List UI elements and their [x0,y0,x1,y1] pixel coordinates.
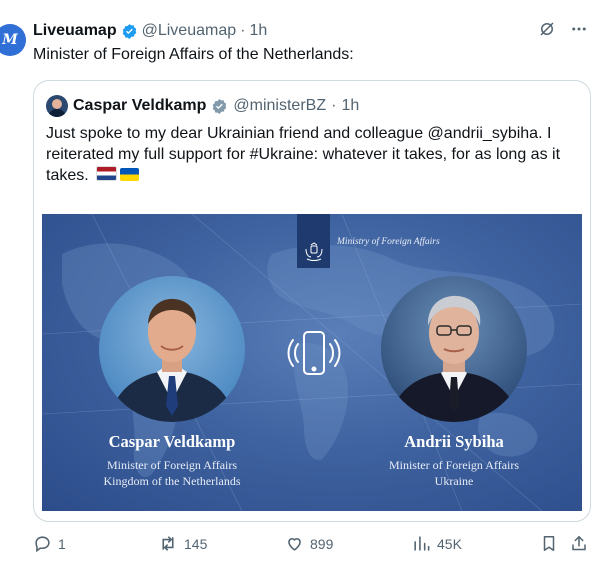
heart-icon [288,538,301,551]
tweet-top-actions [538,20,588,43]
left-person-name: Caspar Veldkamp [108,432,236,451]
author-avatar[interactable]: M [0,24,26,56]
left-person-title-line1: Minister of Foreign Affairs [106,458,238,472]
reply-button[interactable]: 1 [33,534,66,553]
quote-author-avatar[interactable] [46,95,68,117]
author-handle[interactable]: @Liveuamap [142,22,237,40]
reply-count: 1 [58,535,66,552]
share-button[interactable] [570,534,588,553]
quote-separator: · [331,97,337,114]
quote-text-block: Just spoke to my dear Ukrainian friend a… [46,123,576,186]
bookmark-icon [543,536,555,551]
header-separator: · [240,22,246,39]
more-options-icon[interactable] [570,20,588,43]
repost-icon [162,536,174,551]
tweet-time[interactable]: 1h [249,22,267,40]
ministry-label: Ministry of Foreign Affairs [337,237,440,247]
bookmark-button[interactable] [540,534,558,553]
like-count: 899 [310,535,334,552]
views-chart-icon [414,536,430,551]
tweet-text: Minister of Foreign Affairs of the Nethe… [33,46,354,63]
quoted-tweet[interactable]: Caspar Veldkamp @ministerBZ · 1h Just sp… [33,80,591,522]
flag-netherlands-icon [96,166,118,181]
views-button[interactable]: 45K [412,534,462,553]
tweet-header: Liveuamap @Liveuamap · 1h [33,22,267,40]
quote-time[interactable]: 1h [341,97,359,115]
left-person-title-line2: Kingdom of the Netherlands [103,474,241,488]
verified-badge-icon [211,98,228,115]
reply-icon [35,536,50,553]
quote-author-handle[interactable]: @ministerBZ [233,97,326,115]
like-button[interactable]: 899 [285,534,333,553]
share-icon [572,535,586,551]
coat-of-arms-icon [305,242,322,261]
call-announcement-image[interactable]: Ministry of Foreign Affairs Caspar Veldk… [42,214,582,511]
right-person-title-line2: Ukraine [434,474,474,488]
quote-author-name[interactable]: Caspar Veldkamp [73,97,206,115]
andrii-sybiha-portrait [381,276,527,422]
author-name[interactable]: Liveuamap [33,22,117,40]
tweet-action-bar: 1 145 899 45K [0,530,600,560]
right-person-name: Andrii Sybiha [404,432,504,451]
right-person-title-line1: Minister of Foreign Affairs [388,458,520,472]
ministry-logo-tab [297,214,330,268]
verified-badge-icon [121,23,138,40]
phone-call-icon [286,328,342,385]
flag-ukraine-icon [120,168,140,181]
quote-header: Caspar Veldkamp @ministerBZ · 1h [46,95,359,117]
repost-count: 145 [184,535,208,552]
views-count: 45K [437,535,462,552]
caspar-veldkamp-portrait [99,276,245,422]
grok-icon[interactable] [538,20,556,43]
repost-button[interactable]: 145 [158,534,207,553]
